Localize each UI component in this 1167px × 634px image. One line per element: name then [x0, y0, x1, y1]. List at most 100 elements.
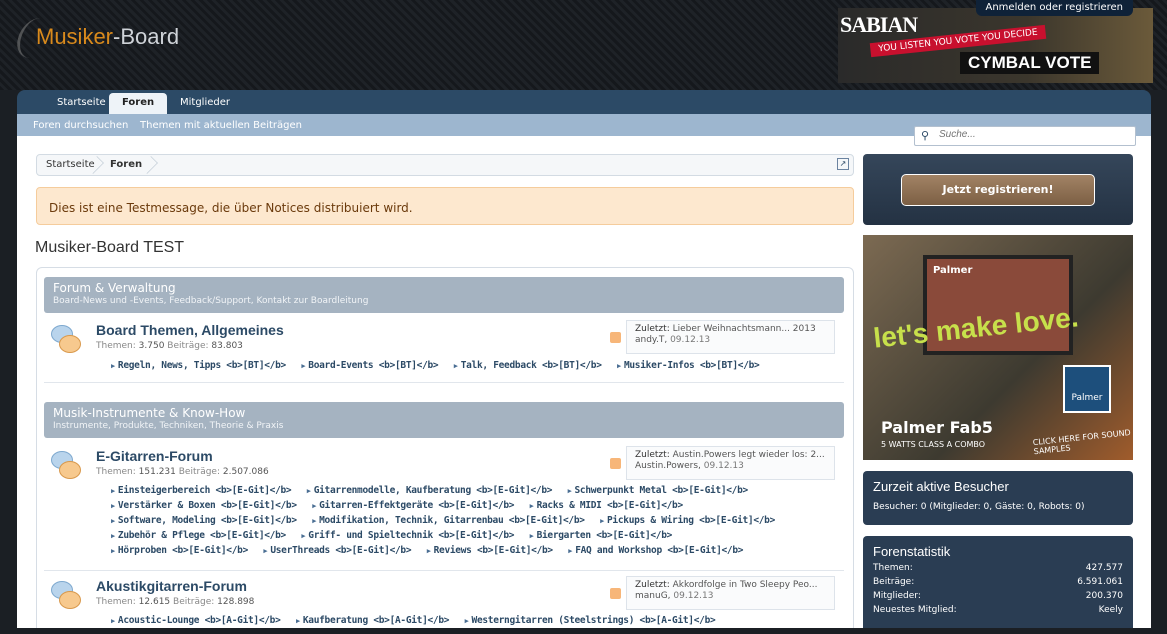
- last-post: Zuletzt: Akkordfolge in Two Sleepy Peo..…: [626, 576, 835, 610]
- subforum-link[interactable]: Musiker-Infos <b>[BT]</b>: [617, 360, 760, 371]
- category-title[interactable]: Forum & Verwaltung: [53, 281, 835, 295]
- breadcrumb: Startseite Foren ↗: [36, 154, 854, 176]
- divider: [44, 570, 844, 571]
- last-post-link[interactable]: Lieber Weihnachtsmann... 2013: [673, 324, 816, 334]
- subforum-link[interactable]: Schwerpunkt Metal <b>[E-Git]</b>: [568, 485, 749, 496]
- subforum-list: Zubehör & Pflege <b>[E-Git]</b> Griff- u…: [111, 530, 682, 541]
- subforum-link[interactable]: Gitarrenmodelle, Kaufberatung <b>[E-Git]…: [307, 485, 553, 496]
- forum-title[interactable]: E-Gitarren-Forum: [96, 448, 213, 464]
- subforum-link[interactable]: Regeln, News, Tipps <b>[BT]</b>: [111, 360, 286, 371]
- subforum-link[interactable]: Racks & MIDI <b>[E-Git]</b>: [530, 500, 684, 511]
- subforum-list: Einsteigerbereich <b>[E-Git]</b> Gitarre…: [111, 485, 758, 496]
- rss-icon[interactable]: [610, 588, 621, 599]
- category-title[interactable]: Musik-Instrumente & Know-How: [53, 406, 835, 420]
- jump-to-icon[interactable]: ↗: [837, 158, 849, 170]
- subforum-link[interactable]: Kaufberatung <b>[A-Git]</b>: [296, 615, 450, 626]
- subforum-link[interactable]: Westerngitarren (Steelstrings) <b>[A-Git…: [465, 615, 716, 626]
- subforum-list: Acoustic-Lounge <b>[A-Git]</b> Kaufberat…: [111, 615, 725, 626]
- sabian-ad-banner[interactable]: SABIAN YOU LISTEN YOU VOTE YOU DECIDE CY…: [838, 8, 1153, 83]
- site-header: Musiker-Board SABIAN YOU LISTEN YOU VOTE…: [0, 0, 1167, 90]
- subforum-link[interactable]: Modifikation, Technik, Gitarrenbau <b>[E…: [312, 515, 585, 526]
- tab-mitglieder[interactable]: Mitglieder: [167, 93, 243, 114]
- subforum-link[interactable]: Reviews <b>[E-Git]</b>: [427, 545, 553, 556]
- subforum-list: Regeln, News, Tipps <b>[BT]</b> Board-Ev…: [111, 360, 769, 371]
- category-header[interactable]: Musik-Instrumente & Know-How Instrumente…: [44, 402, 844, 438]
- window-bottom-edge: [0, 628, 1167, 634]
- search-input[interactable]: [939, 129, 1129, 140]
- subforum-link[interactable]: Board-Events <b>[BT]</b>: [301, 360, 438, 371]
- register-box: Jetzt registrieren!: [863, 154, 1133, 225]
- ad-cta[interactable]: CLICK HERE FOR SOUND SAMPLES: [1032, 428, 1133, 456]
- last-post: Zuletzt: Lieber Weihnachtsmann... 2013 a…: [626, 320, 835, 354]
- stat-row: Neuestes Mitglied: Keely: [873, 605, 1123, 615]
- category-header[interactable]: Forum & Verwaltung Board-News und -Event…: [44, 277, 844, 313]
- search-icon[interactable]: ⚲: [921, 129, 929, 142]
- register-button[interactable]: Jetzt registrieren!: [901, 174, 1095, 206]
- last-post-link[interactable]: Austin.Powers legt wieder los: 2...: [673, 450, 825, 460]
- subforum-link[interactable]: Biergarten <b>[E-Git]</b>: [530, 530, 673, 541]
- last-post-user[interactable]: Austin.Powers,: [635, 461, 701, 471]
- subnav-foren-durchsuchen[interactable]: Foren durchsuchen: [33, 120, 128, 131]
- notice-message: Dies ist eine Testmessage, die über Noti…: [36, 187, 854, 225]
- subforum-link[interactable]: Griff- und Spieltechnik <b>[E-Git]</b>: [301, 530, 514, 541]
- breadcrumb-separator: [140, 156, 158, 174]
- stat-row: Themen: 427.577: [873, 563, 1123, 573]
- forum-bubble-icon: [51, 581, 81, 611]
- main-nav: Startseite Foren Mitglieder: [17, 90, 1151, 114]
- subnav-aktuelle-themen[interactable]: Themen mit aktuellen Beiträgen: [140, 120, 302, 131]
- subforum-link[interactable]: Software, Modeling <b>[E-Git]</b>: [111, 515, 297, 526]
- tab-startseite[interactable]: Startseite: [44, 93, 119, 114]
- breadcrumb-foren[interactable]: Foren: [110, 159, 142, 170]
- visitors-text: Besucher: 0 (Mitglieder: 0, Gäste: 0, Ro…: [873, 502, 1085, 512]
- banner-vote: CYMBAL VOTE: [960, 52, 1100, 74]
- login-register-link[interactable]: Anmelden oder registrieren: [975, 0, 1133, 16]
- stats-title: Forenstatistik: [873, 544, 951, 559]
- forum-stats: Themen: 12.615 Beiträge: 128.898: [96, 597, 255, 607]
- stat-row: Mitglieder: 200.370: [873, 591, 1123, 601]
- last-post: Zuletzt: Austin.Powers legt wieder los: …: [626, 446, 835, 480]
- last-post-user[interactable]: manuG,: [635, 591, 671, 601]
- subforum-link[interactable]: Verstärker & Boxen <b>[E-Git]</b>: [111, 500, 297, 511]
- ad-subline: 5 WATTS CLASS A COMBO: [881, 440, 986, 449]
- newest-member-link[interactable]: Keely: [1099, 605, 1123, 615]
- subforum-list: Software, Modeling <b>[E-Git]</b> Modifi…: [111, 515, 785, 526]
- divider: [44, 382, 844, 383]
- logo-text: Musiker-Board: [36, 24, 180, 49]
- forum-bubble-icon: [51, 451, 81, 481]
- visitors-block: Zurzeit aktive Besucher Besucher: 0 (Mit…: [863, 471, 1133, 525]
- stats-block: Forenstatistik Themen: 427.577 Beiträge: 6…: [863, 536, 1133, 634]
- subforum-link[interactable]: Hörproben <b>[E-Git]</b>: [111, 545, 248, 556]
- last-post-link[interactable]: Akkordfolge in Two Sleepy Peo...: [673, 580, 818, 590]
- site-logo[interactable]: Musiker-Board: [12, 14, 193, 64]
- subforum-list: Verstärker & Boxen <b>[E-Git]</b> Gitarr…: [111, 500, 693, 511]
- visitors-title: Zurzeit aktive Besucher: [873, 479, 1009, 494]
- forum-list: Forum & Verwaltung Board-News und -Event…: [36, 267, 854, 634]
- tab-foren[interactable]: Foren: [109, 93, 168, 114]
- category-description: Instrumente, Produkte, Techniken, Theori…: [53, 421, 284, 431]
- subforum-link[interactable]: Pickups & Wiring <b>[E-Git]</b>: [600, 515, 775, 526]
- palmer-logo-icon: Palmer: [1063, 365, 1111, 413]
- ad-product: Palmer Fab5: [881, 418, 993, 437]
- search-box[interactable]: ⚲: [914, 126, 1136, 146]
- subforum-link[interactable]: FAQ and Workshop <b>[E-Git]</b>: [568, 545, 743, 556]
- subforum-link[interactable]: Einsteigerbereich <b>[E-Git]</b>: [111, 485, 292, 496]
- subforum-link[interactable]: Acoustic-Lounge <b>[A-Git]</b>: [111, 615, 281, 626]
- subforum-link[interactable]: Gitarren-Effektgeräte <b>[E-Git]</b>: [312, 500, 514, 511]
- subforum-list: Hörproben <b>[E-Git]</b> UserThreads <b>…: [111, 545, 753, 556]
- page-title: Musiker-Board TEST: [35, 239, 185, 256]
- subforum-link[interactable]: UserThreads <b>[E-Git]</b>: [263, 545, 411, 556]
- palmer-ad-banner[interactable]: Palmer let's make love. Palmer Palmer Fa…: [863, 235, 1133, 460]
- forum-title[interactable]: Akustikgitarren-Forum: [96, 578, 247, 594]
- last-post-user[interactable]: andy.T,: [635, 335, 667, 345]
- banner-brand: SABIAN: [840, 12, 918, 37]
- rss-icon[interactable]: [610, 458, 621, 469]
- forum-stats: Themen: 3.750 Beiträge: 83.803: [96, 341, 243, 351]
- forum-stats: Themen: 151.231 Beiträge: 2.507.086: [96, 467, 269, 477]
- category-description: Board-News und -Events, Feedback/Support…: [53, 296, 369, 306]
- subforum-link[interactable]: Zubehör & Pflege <b>[E-Git]</b>: [111, 530, 286, 541]
- amp-brand: Palmer: [933, 265, 973, 276]
- rss-icon[interactable]: [610, 332, 621, 343]
- forum-bubble-icon: [51, 325, 81, 355]
- subforum-link[interactable]: Talk, Feedback <b>[BT]</b>: [454, 360, 602, 371]
- forum-title[interactable]: Board Themen, Allgemeines: [96, 322, 284, 338]
